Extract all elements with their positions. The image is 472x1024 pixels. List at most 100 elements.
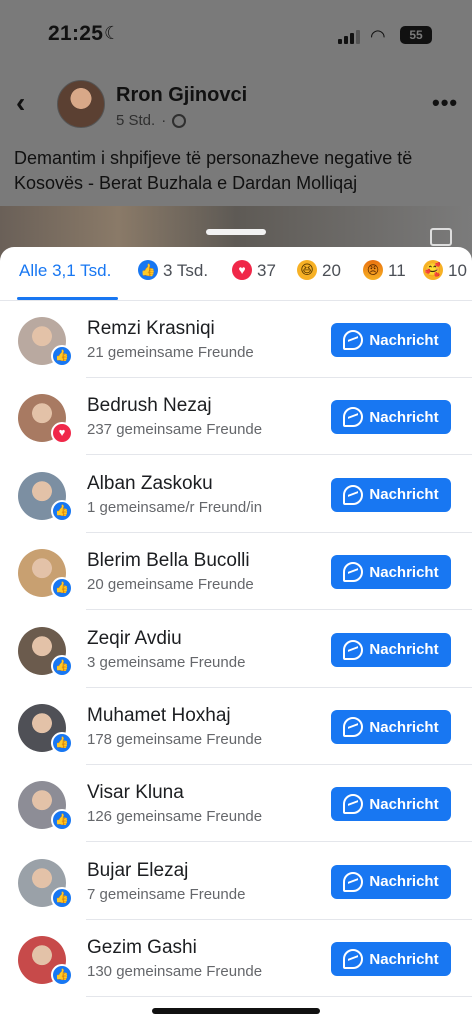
tab-all-label: Alle 3,1 Tsd. <box>19 261 112 280</box>
messenger-icon <box>343 639 364 660</box>
mutual-friends: 178 gemeinsame Freunde <box>87 731 263 748</box>
like-icon: 👍 <box>51 732 73 754</box>
message-button-label: Nachricht <box>369 718 439 736</box>
messenger-icon <box>343 407 364 428</box>
like-icon: 👍 <box>138 260 158 280</box>
message-button-label: Nachricht <box>369 795 439 813</box>
tab-haha-label: 20 <box>322 261 341 280</box>
list-item[interactable]: 👍 Muhamet Hoxhaj 178 gemeinsame Freunde … <box>0 688 472 765</box>
tab-like-label: 3 Tsd. <box>163 261 209 280</box>
reaction-tabs: Alle 3,1 Tsd. 👍 3 Tsd. ♥ 37 😆 20 😠 11 🥰 … <box>0 247 472 301</box>
messenger-icon <box>343 949 364 970</box>
message-button[interactable]: Nachricht <box>331 864 451 899</box>
messenger-icon <box>343 871 364 892</box>
tab-love-label: 37 <box>257 261 276 280</box>
wifi-icon: ◠ <box>370 26 386 46</box>
message-button[interactable]: Nachricht <box>331 942 451 977</box>
author-avatar[interactable] <box>57 80 105 128</box>
list-item[interactable]: 👍 Alban Zaskoku 1 gemeinsame/r Freund/in… <box>0 456 472 533</box>
drag-handle[interactable] <box>206 229 266 235</box>
heart-icon: ♥ <box>232 260 252 280</box>
like-icon: 👍 <box>51 809 73 832</box>
post-header: ‹ Rron Gjinovci 5 Std. · ••• <box>0 78 472 138</box>
signal-icon <box>338 28 362 44</box>
like-icon: 👍 <box>51 886 73 909</box>
tab-care-label: 10 <box>448 261 467 280</box>
messenger-icon <box>343 330 364 350</box>
message-button-label: Nachricht <box>369 408 439 426</box>
like-icon: 👍 <box>51 577 73 600</box>
person-name[interactable]: Bedrush Nezaj <box>87 395 212 417</box>
person-name[interactable]: Remzi Krasniqi <box>87 318 215 340</box>
message-button[interactable]: Nachricht <box>331 632 451 667</box>
messenger-icon <box>343 562 364 583</box>
list-item[interactable]: 👍 Remzi Krasniqi 21 gemeinsame Freunde N… <box>0 301 472 378</box>
person-name[interactable]: Alban Zaskoku <box>87 473 213 495</box>
like-icon: 👍 <box>51 499 73 522</box>
tab-angry[interactable]: 😠 11 <box>363 260 406 301</box>
list-item[interactable]: 👍 Gezim Gashi 130 gemeinsame Freunde Nac… <box>0 920 472 998</box>
person-name[interactable]: Gezim Gashi <box>87 937 197 959</box>
message-button-label: Nachricht <box>369 641 439 659</box>
list-item[interactable]: 👍 Visar Kluna 126 gemeinsame Freunde Nac… <box>0 765 472 843</box>
mutual-friends: 7 gemeinsame Freunde <box>87 885 246 903</box>
mutual-friends: 1 gemeinsame/r Freund/in <box>87 498 263 516</box>
mutual-friends: 20 gemeinsame Freunde <box>87 576 254 594</box>
haha-icon: 😆 <box>297 260 317 280</box>
more-horizontal-icon[interactable]: ••• <box>432 90 458 116</box>
picture-in-picture-icon[interactable] <box>430 228 452 246</box>
message-button-label: Nachricht <box>369 950 439 968</box>
tab-like[interactable]: 👍 3 Tsd. <box>138 260 209 301</box>
mutual-friends: 126 gemeinsame Freunde <box>87 808 263 826</box>
meta-separator: · <box>161 112 167 129</box>
message-button[interactable]: Nachricht <box>331 323 451 357</box>
tab-all[interactable]: Alle 3,1 Tsd. <box>19 261 111 301</box>
chevron-left-icon[interactable]: ‹ <box>16 89 42 117</box>
tab-love[interactable]: ♥ 37 <box>232 260 276 301</box>
message-button[interactable]: Nachricht <box>331 555 451 590</box>
status-bar: 21:25 ☾ ◠ 55 <box>0 0 472 70</box>
post-text: Demantim i shpifjeve të personazheve neg… <box>14 148 413 193</box>
mutual-friends: 237 gemeinsame Freunde <box>87 421 263 439</box>
post-time: 5 Std. <box>116 112 156 129</box>
mutual-friends: 21 gemeinsame Freunde <box>87 344 254 361</box>
mutual-friends: 3 gemeinsame Freunde <box>87 653 246 671</box>
list-item[interactable]: 👍 Zeqir Avdiu 3 gemeinsame Freunde Nachr… <box>0 611 472 688</box>
messenger-icon <box>343 717 364 737</box>
home-indicator[interactable] <box>152 1008 320 1014</box>
angry-icon: 😠 <box>363 260 383 280</box>
list-item[interactable]: ♥ Bedrush Nezaj 237 gemeinsame Freunde N… <box>0 378 472 456</box>
person-name[interactable]: Blerim Bella Bucolli <box>87 550 250 572</box>
reactions-sheet: Alle 3,1 Tsd. 👍 3 Tsd. ♥ 37 😆 20 😠 11 🥰 … <box>0 247 472 1024</box>
message-button[interactable]: Nachricht <box>331 787 451 822</box>
message-button[interactable]: Nachricht <box>331 710 451 744</box>
person-name[interactable]: Visar Kluna <box>87 782 184 804</box>
list-item[interactable]: 👍 Blerim Bella Bucolli 20 gemeinsame Fre… <box>0 533 472 611</box>
mutual-friends: 130 gemeinsame Freunde <box>87 963 263 981</box>
moon-icon: ☾ <box>104 23 121 43</box>
message-button-label: Nachricht <box>369 331 439 349</box>
battery-icon: 55 <box>400 26 432 44</box>
author-name[interactable]: Rron Gjinovci <box>116 84 247 107</box>
person-name[interactable]: Zeqir Avdiu <box>87 628 182 650</box>
message-button[interactable]: Nachricht <box>331 477 451 512</box>
message-button-label: Nachricht <box>369 873 439 891</box>
message-button[interactable]: Nachricht <box>331 400 451 435</box>
message-button-label: Nachricht <box>369 486 439 504</box>
person-name[interactable]: Bujar Elezaj <box>87 860 188 882</box>
tab-haha[interactable]: 😆 20 <box>297 260 341 301</box>
message-button-label: Nachricht <box>369 563 439 581</box>
care-icon: 🥰 <box>423 260 443 280</box>
tab-care[interactable]: 🥰 10 <box>423 260 467 301</box>
person-name[interactable]: Muhamet Hoxhaj <box>87 705 231 727</box>
active-tab-indicator <box>17 297 118 300</box>
tab-angry-label: 11 <box>388 261 406 280</box>
messenger-icon <box>343 794 364 815</box>
status-time: 21:25 <box>48 22 104 45</box>
heart-icon: ♥ <box>51 422 73 445</box>
like-icon: 👍 <box>51 964 73 987</box>
messenger-icon <box>343 484 364 505</box>
like-icon: 👍 <box>51 345 73 367</box>
post-meta: 5 Std. · <box>116 112 187 129</box>
list-item[interactable]: 👍 Bujar Elezaj 7 gemeinsame Freunde Nach… <box>0 843 472 920</box>
